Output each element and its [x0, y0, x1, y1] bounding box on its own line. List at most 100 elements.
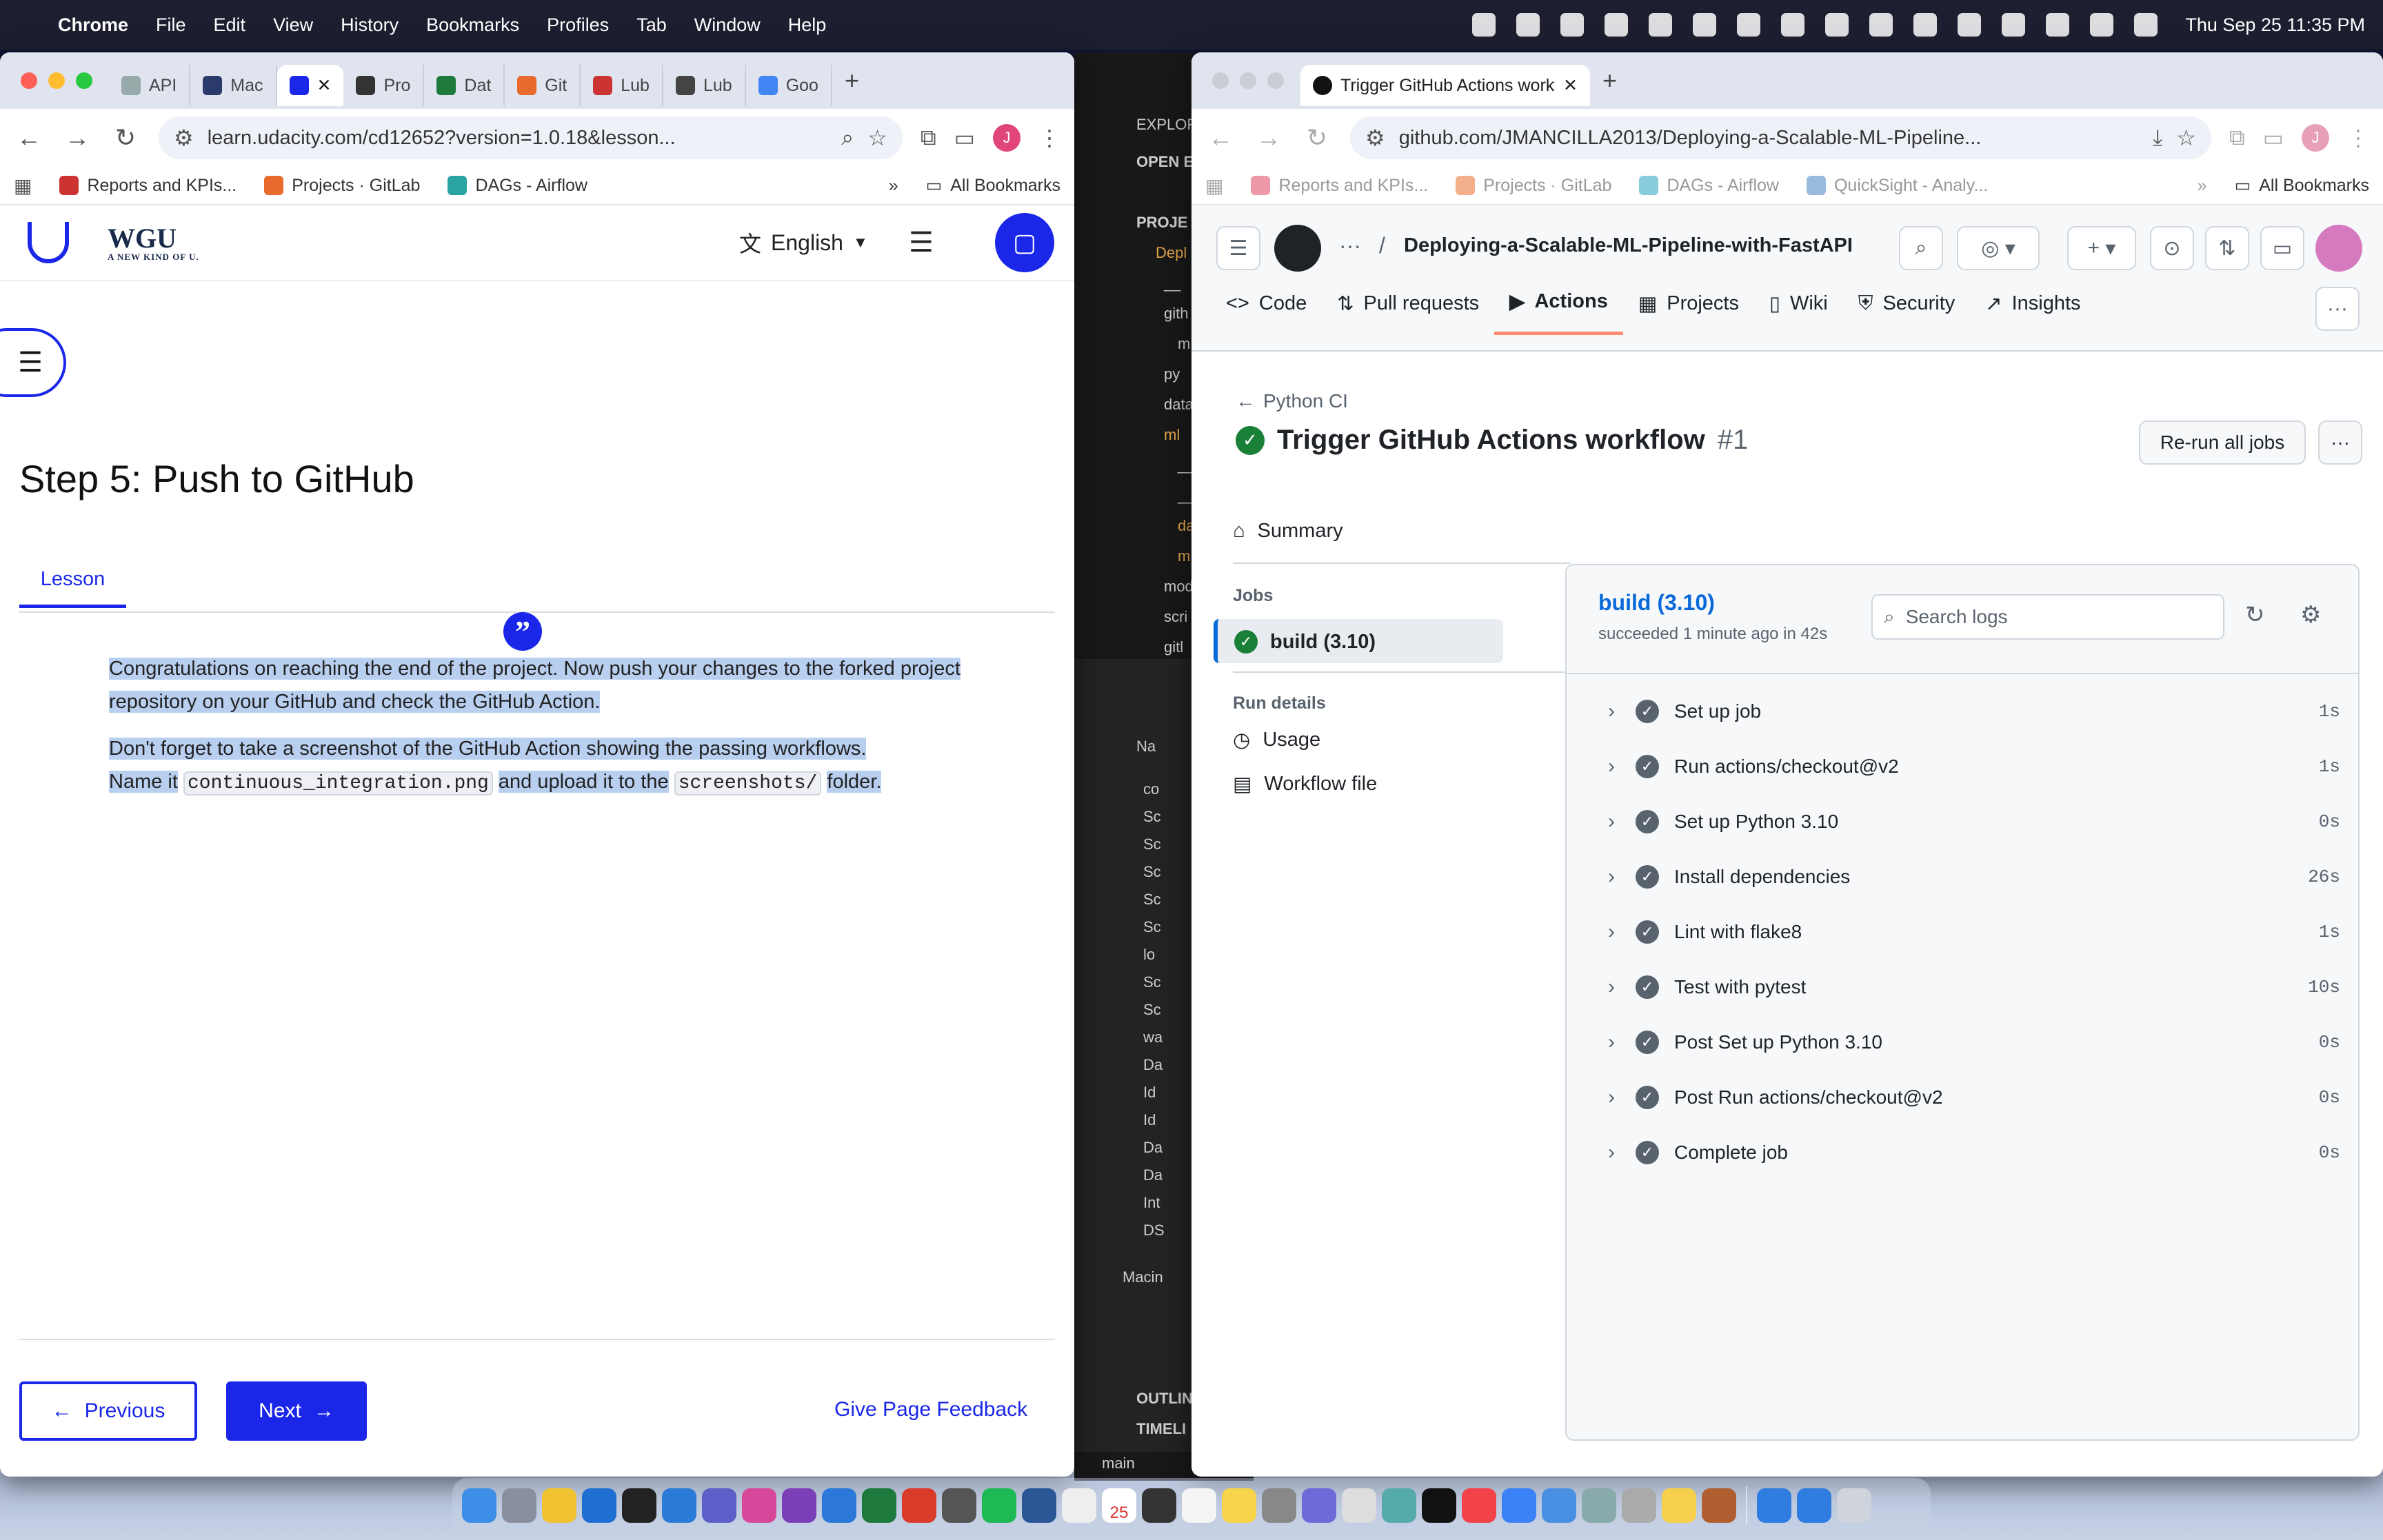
github-logo-icon[interactable] — [1274, 225, 1321, 272]
inbox-icon[interactable]: ▭ — [2260, 226, 2304, 270]
chatgpt-icon[interactable] — [1062, 1488, 1096, 1523]
bookmark-star-icon[interactable]: ☆ — [867, 125, 887, 151]
chat-button[interactable]: ▢ — [995, 213, 1054, 272]
job-step[interactable]: › ✓ Post Set up Python 3.10 0s — [1608, 1022, 2340, 1063]
sidebar-item-workflow-file[interactable]: ▤ Workflow file — [1233, 772, 1377, 796]
extensions-icon[interactable]: ⧉ — [2229, 125, 2245, 151]
workflow-back-link[interactable]: ← Python CI — [1236, 390, 1348, 412]
minimize-window-button[interactable] — [48, 72, 65, 89]
zoom-window-button[interactable] — [76, 72, 92, 89]
zoom-icon[interactable]: ⌕ — [841, 125, 854, 151]
finder-folder[interactable]: Da — [1143, 1166, 1163, 1184]
chevron-right-icon[interactable]: › — [1608, 1031, 1636, 1054]
site-info-icon[interactable]: ⚙ — [1365, 125, 1385, 151]
menu-edit[interactable]: Edit — [214, 14, 246, 36]
datagrip-icon[interactable] — [622, 1488, 656, 1523]
downloads-icon[interactable] — [1757, 1488, 1791, 1523]
sidebar-item-summary[interactable]: ⌂ Summary — [1233, 520, 1343, 543]
cast-icon[interactable]: ▭ — [954, 125, 975, 151]
tab-pull-requests[interactable]: ⇅ Pull requests — [1322, 276, 1494, 335]
minimize-window-button[interactable] — [1240, 72, 1256, 89]
tray-app-icon[interactable] — [1516, 13, 1540, 37]
reload-icon[interactable]: ↻ — [1302, 123, 1332, 152]
issues-icon[interactable]: ⊙ — [2150, 226, 2194, 270]
app-icon[interactable] — [1622, 1488, 1656, 1523]
bookmark-item[interactable]: Projects · GitLab — [264, 176, 420, 196]
tray-app-icon[interactable] — [1560, 13, 1585, 37]
menu-file[interactable]: File — [156, 14, 186, 36]
job-step[interactable]: › ✓ Set up job 1s — [1608, 691, 2340, 732]
all-bookmarks[interactable]: ▭ All Bookmarks — [926, 175, 1060, 196]
app-icon[interactable] — [1382, 1488, 1416, 1523]
cast-icon[interactable]: ▭ — [2263, 125, 2284, 151]
sidebar-item-usage[interactable]: ◷ Usage — [1233, 728, 1320, 752]
finder-file[interactable]: Sc — [1143, 835, 1161, 853]
menu-app-name[interactable]: Chrome — [58, 14, 128, 36]
search-logs-input[interactable]: ⌕ Search logs — [1871, 594, 2224, 640]
rerun-all-jobs-button[interactable]: Re-run all jobs — [2139, 421, 2306, 465]
browser-tab[interactable]: Pro — [343, 65, 425, 106]
finder-folder[interactable]: Id — [1143, 1111, 1156, 1129]
address-bar[interactable]: ⚙ github.com/JMANCILLA2013/Deploying-a-S… — [1350, 116, 2211, 159]
job-step[interactable]: › ✓ Set up Python 3.10 0s — [1608, 801, 2340, 842]
finder-file[interactable]: wa — [1143, 1029, 1163, 1046]
browser-tab[interactable]: Mac — [190, 65, 277, 106]
chevron-right-icon[interactable]: › — [1608, 1086, 1636, 1109]
settings-gear-icon[interactable]: ⚙ — [2300, 601, 2321, 629]
create-new-button[interactable]: + ▾ — [2067, 226, 2136, 270]
finder-file[interactable]: Sc — [1143, 863, 1161, 881]
finder-file[interactable]: lo — [1143, 946, 1155, 964]
bookmark-item[interactable]: Projects · GitLab — [1456, 176, 1611, 196]
tab-wiki[interactable]: ▯ Wiki — [1754, 276, 1843, 335]
menu-tab[interactable]: Tab — [636, 14, 667, 36]
finder-file[interactable]: Sc — [1143, 918, 1161, 936]
close-window-button[interactable] — [1212, 72, 1229, 89]
project-header[interactable]: PROJE — [1136, 214, 1188, 232]
chevron-right-icon[interactable]: › — [1608, 810, 1636, 833]
trash-icon[interactable] — [1837, 1488, 1871, 1523]
bookmark-item[interactable]: QuickSight - Analy... — [1806, 176, 1988, 196]
tray-app-icon[interactable] — [1649, 13, 1673, 37]
finder-folder[interactable]: Da — [1143, 1056, 1163, 1074]
hamburger-menu-icon[interactable]: ☰ — [1216, 226, 1260, 270]
bookmarks-overflow-icon[interactable]: » — [889, 176, 898, 196]
terminal-icon[interactable] — [1422, 1488, 1456, 1523]
browser-tab[interactable]: Dat — [424, 65, 505, 106]
finder-file[interactable]: Id — [1143, 1084, 1156, 1102]
tree-item[interactable]: mod — [1164, 578, 1194, 596]
chevron-right-icon[interactable]: › — [1608, 865, 1636, 889]
user-avatar[interactable] — [2315, 225, 2362, 272]
finder-file[interactable]: Sc — [1143, 891, 1161, 909]
table-of-contents-button[interactable]: ☰ — [0, 328, 66, 397]
app-icon[interactable] — [822, 1488, 856, 1523]
url-text[interactable]: github.com/JMANCILLA2013/Deploying-a-Sca… — [1399, 127, 2139, 150]
spotify-icon[interactable] — [982, 1488, 1016, 1523]
clock[interactable]: Thu Sep 25 11:35 PM — [2185, 14, 2365, 36]
menu-view[interactable]: View — [273, 14, 313, 36]
browser-tab[interactable]: Lub — [581, 65, 663, 106]
chevron-right-icon[interactable]: › — [1608, 975, 1636, 999]
apps-grid-icon[interactable]: ▦ — [1205, 174, 1223, 197]
more-menu-icon[interactable]: ⋮ — [2347, 125, 2369, 151]
repo-more-icon[interactable]: ··· — [2315, 287, 2360, 331]
wifi-icon[interactable] — [2002, 13, 2026, 37]
job-title-link[interactable]: build (3.10) — [1598, 590, 1715, 616]
moon-icon[interactable] — [1693, 13, 1717, 37]
bookmark-item[interactable]: Reports and KPIs... — [1251, 176, 1428, 196]
tree-item[interactable]: m — [1178, 547, 1190, 565]
siri-icon[interactable] — [2134, 13, 2158, 37]
hamburger-menu-icon[interactable]: ☰ — [909, 227, 934, 259]
wgu-logo[interactable]: WGU A NEW KIND OF U. — [108, 224, 199, 261]
apps-grid-icon[interactable]: ▦ — [14, 174, 32, 197]
browser-tab[interactable]: Git — [505, 65, 581, 106]
browser-tab-active[interactable]: Trigger GitHub Actions workf ✕ — [1300, 65, 1590, 106]
app-icon[interactable] — [1542, 1488, 1576, 1523]
vscode-icon[interactable] — [662, 1488, 696, 1523]
profile-avatar[interactable]: J — [993, 124, 1020, 152]
browser-tab[interactable]: Lub — [663, 65, 746, 106]
bookmark-item[interactable]: DAGs - Airflow — [1639, 176, 1779, 196]
give-feedback-link[interactable]: Give Page Feedback — [834, 1398, 1027, 1421]
bookmark-item[interactable]: DAGs - Airflow — [448, 176, 587, 196]
previous-button[interactable]: ← Previous — [19, 1381, 197, 1441]
menu-history[interactable]: History — [341, 14, 399, 36]
